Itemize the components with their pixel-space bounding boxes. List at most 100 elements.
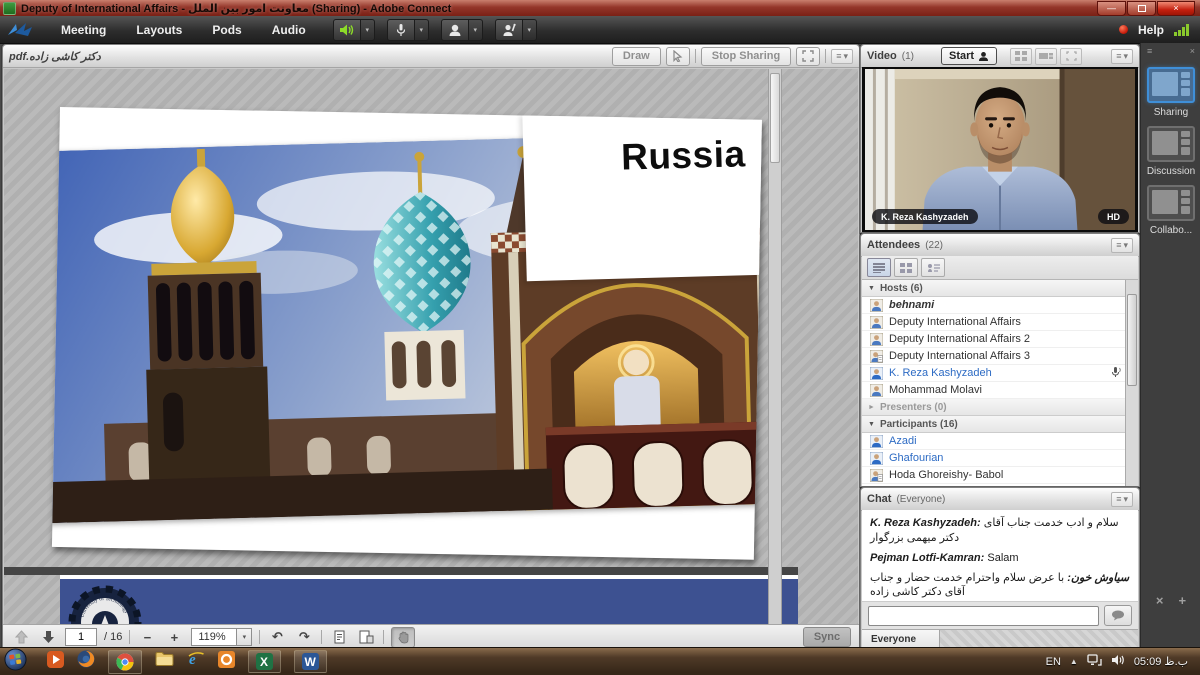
add-layout-icon[interactable]: + <box>1179 593 1187 608</box>
video-pod-menu-button[interactable]: ≡▾ <box>1111 49 1133 64</box>
host-icon <box>870 367 883 380</box>
attendees-pod: Attendees (22) ≡▾ ▼ Hosts (6) behnami De… <box>860 233 1140 487</box>
adobe-connect-window: Deputy of International Affairs - معاونت… <box>0 0 1200 675</box>
close-button[interactable]: × <box>1157 1 1195 16</box>
menu-help[interactable]: Help <box>1138 23 1164 37</box>
fullscreen-button[interactable] <box>796 47 820 66</box>
minimize-button[interactable]: — <box>1097 1 1126 16</box>
chat-message: سیاوش خون: با عرض سلام واحترام خدمت حضار… <box>870 571 1130 601</box>
delete-layout-icon[interactable]: × <box>1156 593 1164 608</box>
volume-icon[interactable] <box>1111 654 1125 669</box>
attendees-scrollbar[interactable] <box>1125 280 1138 486</box>
participant-icon <box>870 435 883 448</box>
attendee-row[interactable]: Deputy International Affairs 3 <box>862 348 1126 365</box>
grid-view-icon[interactable] <box>1010 48 1032 65</box>
pan-tool-button[interactable] <box>391 627 415 648</box>
raise-hand-dropdown[interactable]: ▾ <box>523 19 537 41</box>
clock[interactable]: 05:09 ب.ظ <box>1134 655 1188 668</box>
layout-thumb-collaboration[interactable] <box>1147 185 1195 221</box>
zoom-in-button[interactable]: + <box>164 628 184 646</box>
filmstrip-view-icon[interactable] <box>1035 48 1057 65</box>
attendee-grid-view-button[interactable] <box>894 258 918 277</box>
attendee-row[interactable]: behnami <box>862 297 1126 314</box>
maximize-button[interactable] <box>1127 1 1156 16</box>
start-button[interactable] <box>4 648 27 675</box>
webcam-dropdown[interactable]: ▾ <box>469 19 483 41</box>
rotate-left-button[interactable]: ↶ <box>267 628 287 646</box>
attendee-row-selected[interactable]: K. Reza Kashyzadeh <box>862 365 1126 382</box>
attendee-row[interactable]: Mohammad Molavi <box>862 382 1126 399</box>
menu-pods[interactable]: Pods <box>197 23 256 37</box>
fit-page-button[interactable] <box>356 628 376 646</box>
attendees-scrollbar-thumb[interactable] <box>1127 294 1137 386</box>
share-scrollbar[interactable] <box>768 69 782 625</box>
network-icon[interactable] <box>1087 654 1102 670</box>
pointer-button[interactable] <box>666 47 690 66</box>
speech-bubble-icon <box>1111 610 1125 621</box>
menu-meeting[interactable]: Meeting <box>46 23 121 37</box>
chat-send-button[interactable] <box>1104 605 1132 626</box>
raise-hand-icon <box>502 23 516 37</box>
hd-badge: HD <box>1098 209 1129 224</box>
attendee-row[interactable]: Deputy International Affairs 2 <box>862 331 1126 348</box>
rotate-right-button[interactable]: ↷ <box>294 628 314 646</box>
chat-pod-menu-button[interactable]: ≡▾ <box>1111 492 1133 507</box>
page-number-input[interactable] <box>65 628 97 646</box>
slide-page-1: Russia <box>52 107 762 560</box>
excel-icon: X <box>256 653 273 670</box>
raise-hand-button[interactable] <box>495 19 523 41</box>
attendee-row[interactable]: Hoda Ghoreishy- Babol <box>862 467 1126 484</box>
chat-input-row <box>862 602 1138 629</box>
zoom-out-button[interactable]: − <box>137 628 157 646</box>
webcam-button[interactable] <box>441 19 469 41</box>
layout-label-collaboration: Collabo... <box>1141 225 1200 236</box>
internet-explorer-icon[interactable]: e <box>187 650 205 673</box>
chat-input[interactable] <box>868 606 1099 626</box>
attendee-status-view-button[interactable] <box>921 258 945 277</box>
stop-sharing-button[interactable]: Stop Sharing <box>701 47 791 66</box>
page-total-label: / 16 <box>104 631 122 643</box>
share-pod-menu-button[interactable]: ≡▾ <box>831 49 853 64</box>
zoom-level-select[interactable]: 119% ▾ <box>191 628 252 646</box>
group-presenters[interactable]: ► Presenters (0) <box>862 399 1126 416</box>
page-up-button[interactable] <box>11 628 31 646</box>
attendees-pod-menu-button[interactable]: ≡▾ <box>1111 238 1133 253</box>
layout-thumb-sharing[interactable] <box>1147 67 1195 103</box>
draw-button[interactable]: Draw <box>612 47 661 66</box>
hand-icon <box>397 631 410 644</box>
layout-thumb-discussion[interactable] <box>1147 126 1195 162</box>
tray-expand-icon[interactable]: ▲ <box>1070 657 1078 666</box>
office-app-icon[interactable] <box>218 651 235 673</box>
participant-document-icon <box>870 469 883 482</box>
language-indicator[interactable]: EN <box>1046 656 1061 668</box>
attendee-row[interactable]: Deputy International Affairs <box>862 314 1126 331</box>
page-down-button[interactable] <box>38 628 58 646</box>
media-player-icon[interactable] <box>47 651 64 673</box>
file-explorer-icon[interactable] <box>155 651 174 672</box>
chrome-taskbar-button[interactable] <box>108 650 142 674</box>
start-webcam-button[interactable]: Start <box>941 47 997 65</box>
attendee-row[interactable]: Ghafourian <box>862 450 1126 467</box>
attendee-list-view-button[interactable] <box>867 258 891 277</box>
group-participants[interactable]: ▼ Participants (16) <box>862 416 1126 433</box>
microphone-button[interactable] <box>387 19 415 41</box>
speaker-dropdown[interactable]: ▾ <box>361 19 375 41</box>
menu-layouts[interactable]: Layouts <box>121 23 197 37</box>
video-fullscreen-icon[interactable] <box>1060 48 1082 65</box>
menu-audio[interactable]: Audio <box>257 23 321 37</box>
microphone-dropdown[interactable]: ▾ <box>415 19 429 41</box>
layouts-sidebar: ≡ × Sharing Discussion Collabo... × + <box>1140 43 1200 648</box>
attendee-row[interactable]: Azadi <box>862 433 1126 450</box>
layouts-close-icon[interactable]: × <box>1190 46 1195 56</box>
share-scrollbar-thumb[interactable] <box>770 73 780 163</box>
recording-indicator-icon <box>1119 25 1128 34</box>
sync-button[interactable]: Sync <box>803 627 851 647</box>
fit-width-button[interactable] <box>329 628 349 646</box>
firefox-icon[interactable] <box>77 650 95 673</box>
excel-taskbar-button[interactable]: X <box>248 650 281 673</box>
group-hosts[interactable]: ▼ Hosts (6) <box>862 280 1126 297</box>
zoom-dropdown-icon: ▾ <box>236 629 251 645</box>
layouts-menu-icon[interactable]: ≡ <box>1147 46 1152 56</box>
word-taskbar-button[interactable]: W <box>294 650 327 673</box>
speaker-button[interactable] <box>333 19 361 41</box>
